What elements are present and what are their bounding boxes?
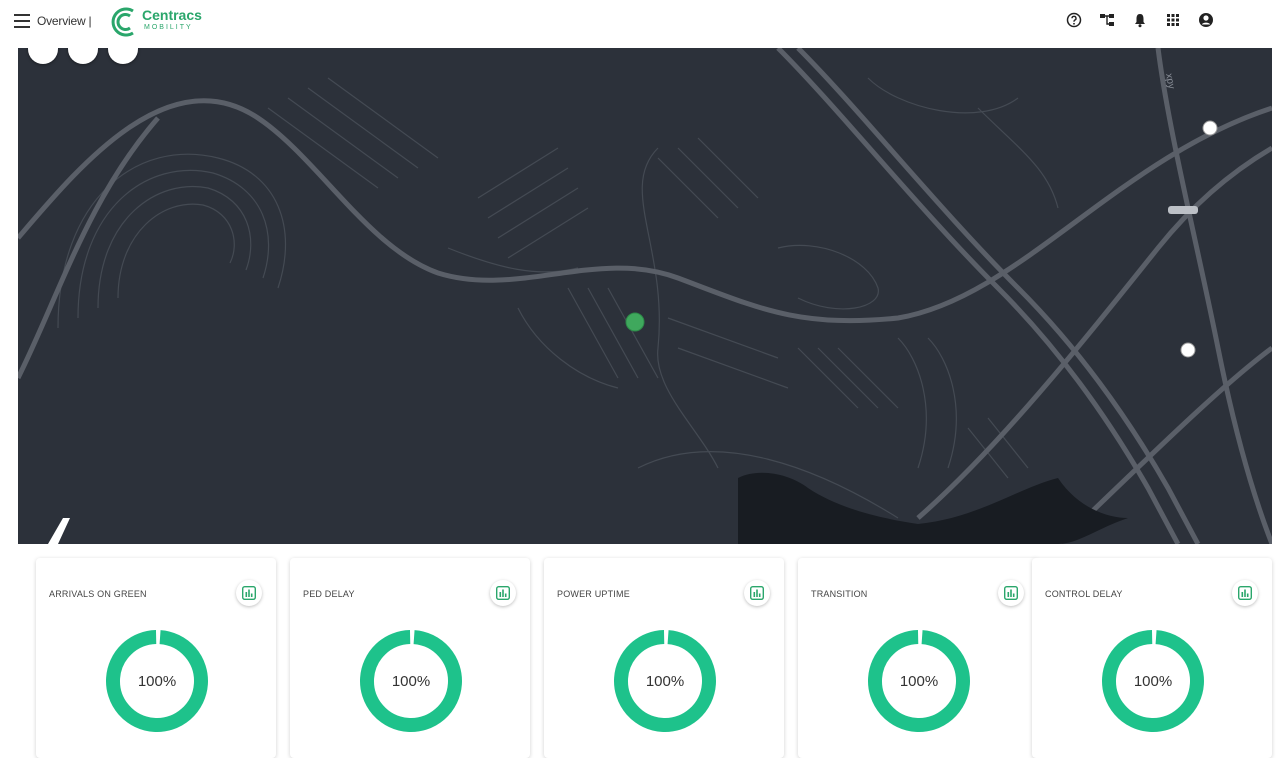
card-title: CONTROL DELAY <box>1045 589 1123 599</box>
device-marker-cluster[interactable] <box>1168 206 1198 214</box>
apps-grid-icon[interactable] <box>1165 12 1181 28</box>
help-icon[interactable] <box>1066 12 1082 28</box>
card-title: ARRIVALS ON GREEN <box>49 589 147 599</box>
card-title: PED DELAY <box>303 589 355 599</box>
kpi-value: 100% <box>645 672 685 690</box>
map-attribution-icon <box>48 518 70 544</box>
chart-icon[interactable] <box>236 580 262 606</box>
page-title: Overview | <box>37 14 92 28</box>
logo-name: Centracs <box>142 7 202 23</box>
kpi-value: 100% <box>137 672 177 690</box>
kpi-value: 100% <box>899 672 939 690</box>
top-bar: Overview | Centracs MOBILITY <box>0 0 1278 48</box>
network-icon[interactable] <box>1099 12 1115 28</box>
kpi-value: 100% <box>391 672 431 690</box>
chart-icon[interactable] <box>1232 580 1258 606</box>
device-marker-2[interactable] <box>1180 342 1196 358</box>
hamburger-menu-icon[interactable] <box>14 14 30 28</box>
device-marker-1[interactable] <box>1202 120 1218 136</box>
kpi-card-arrivals-on-green[interactable]: ARRIVALS ON GREEN 100% <box>36 558 276 758</box>
user-account-icon[interactable] <box>1198 12 1214 28</box>
kpi-card-control-delay[interactable]: CONTROL DELAY 100% <box>1032 558 1272 758</box>
location-marker[interactable] <box>625 312 645 332</box>
centracs-logo-mark-icon <box>111 7 134 37</box>
centracs-logo[interactable]: Centracs MOBILITY <box>108 5 228 39</box>
kpi-card-transition[interactable]: TRANSITION 100% <box>798 558 1038 758</box>
card-title: POWER UPTIME <box>557 589 630 599</box>
chart-icon[interactable] <box>744 580 770 606</box>
map-view[interactable]: xpy <box>18 48 1272 544</box>
kpi-card-power-uptime[interactable]: POWER UPTIME 100% <box>544 558 784 758</box>
chart-icon[interactable] <box>998 580 1024 606</box>
kpi-card-row: ARRIVALS ON GREEN 100% PED DELAY 100% PO… <box>18 558 1274 758</box>
kpi-card-ped-delay[interactable]: PED DELAY 100% <box>290 558 530 758</box>
card-title: TRANSITION <box>811 589 868 599</box>
map-canvas[interactable]: xpy <box>18 48 1272 544</box>
logo-subtitle: MOBILITY <box>144 24 193 31</box>
chart-icon[interactable] <box>490 580 516 606</box>
kpi-value: 100% <box>1133 672 1173 690</box>
notification-bell-icon[interactable] <box>1132 12 1148 28</box>
